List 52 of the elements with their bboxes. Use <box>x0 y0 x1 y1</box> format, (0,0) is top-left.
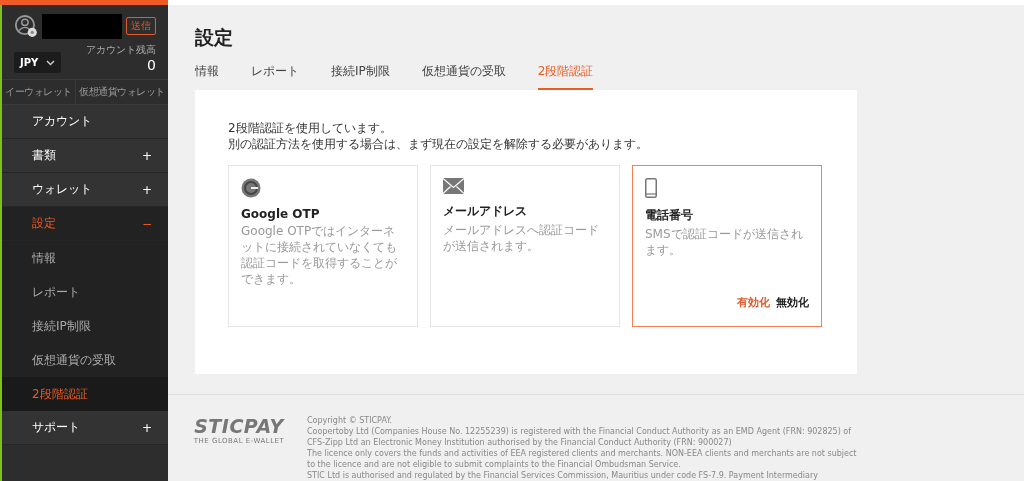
submenu-item[interactable]: レポート <box>2 275 168 309</box>
menu-label: 書類 <box>32 147 56 164</box>
method-description: Google OTPではインターネットに接続されていなくても認証コードを取得することができます。 <box>241 222 398 287</box>
settings-tab[interactable]: 情報 <box>195 62 219 90</box>
page-title: 設定 <box>195 24 234 50</box>
menu-label: ウォレット <box>32 181 92 198</box>
method-action-link[interactable]: 無効化 <box>776 294 809 310</box>
wallet-tab[interactable]: イーウォレット <box>2 80 75 104</box>
menu-item[interactable]: アカウント <box>2 105 168 139</box>
menu-group[interactable]: サポート + <box>2 411 168 445</box>
user-avatar-icon <box>14 13 38 39</box>
mobile-phone-icon <box>645 177 657 198</box>
submenu-item[interactable]: 情報 <box>2 241 168 275</box>
legal-text: Copyright © STICPAY. <box>307 415 394 426</box>
circle-g-icon <box>241 177 261 198</box>
menu-label: サポート <box>32 419 80 436</box>
method-action-link[interactable]: 有効化 <box>737 294 770 310</box>
menu-label: 設定 <box>32 215 56 232</box>
notice-text: 別の認証方法を使用する場合は、まず現在の設定を解除する必要があります。 <box>228 135 649 152</box>
menu-group[interactable]: 設定 − <box>2 207 168 241</box>
legal-text: Coopertoby Ltd (Companies House No. 12255239) is registered with the Financial Conduct Authority as an EMD Agent (FRN: 902825) of CFS-Zipp Ltd an Electronic Money Institution authorised by the Financial Conduct Authority (FRN: 900027) <box>307 426 853 448</box>
settings-tab[interactable]: 接続IP制限 <box>331 62 390 90</box>
method-card[interactable]: Google OTP Google OTPではインターネットに接続されていなくても認証コードを取得することができます。 <box>228 164 418 327</box>
menu-group[interactable]: 書類 + <box>2 139 168 173</box>
wallet-tab[interactable]: 仮想通貨ウォレット <box>75 80 168 104</box>
logo-wordmark: STICPAY <box>194 415 284 437</box>
envelope-icon <box>443 177 464 194</box>
currency-dropdown[interactable]: JPY <box>14 52 62 73</box>
notice-text: 2段階認証を使用しています。 <box>228 119 393 136</box>
settings-tab[interactable]: レポート <box>251 62 299 90</box>
legal-text: STIC Ltd is authorised and regulated by the Financial Services Commission, Mauritius under code FS-7.9. Payment Intermediary <box>307 470 819 481</box>
settings-tab[interactable]: 仮想通貨の受取 <box>421 62 506 90</box>
balance-label: アカウント残高 <box>86 43 156 57</box>
method-title: メールアドレス <box>443 202 528 220</box>
submenu-item[interactable]: 仮想通貨の受取 <box>2 343 168 377</box>
method-description: メールアドレスへ認証コードが送信されます。 <box>443 221 600 254</box>
submenu-item[interactable]: 接続IP制限 <box>2 309 168 343</box>
submenu-item[interactable]: 2段階認証 <box>2 377 168 411</box>
method-title: Google OTP <box>241 206 321 221</box>
toggle-sign: + <box>141 420 152 435</box>
balance-value: 0 <box>147 57 156 73</box>
legal-text: The licence only covers the funds and activities of EEA registered clients and merchants. NON-EEA clients and merchants are not subject to the licence and are not eligible to submit complaints to the Financial Ombudsman Service. <box>307 448 858 470</box>
method-card[interactable]: 電話番号 SMSで認証コードが送信されます。 有効化 無効化 <box>632 164 822 327</box>
method-description: SMSで認証コードが送信されます。 <box>645 225 804 258</box>
menu-group[interactable]: ウォレット + <box>2 173 168 207</box>
toggle-sign: − <box>141 216 152 231</box>
toggle-sign: + <box>141 182 152 197</box>
toggle-sign: + <box>141 148 152 163</box>
method-title: 電話番号 <box>645 206 694 224</box>
send-button[interactable]: 送信 <box>126 17 156 35</box>
chevron-down-icon <box>46 59 56 66</box>
method-card[interactable]: メールアドレス メールアドレスへ認証コードが送信されます。 <box>430 164 620 327</box>
